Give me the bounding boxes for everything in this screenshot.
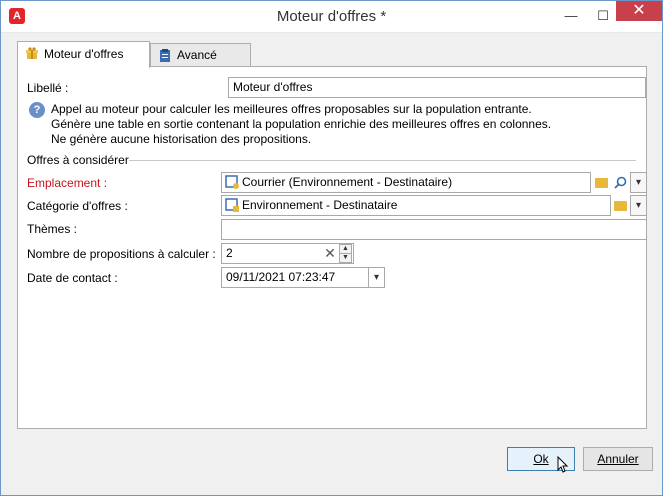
maximize-button[interactable]: ☐: [588, 1, 618, 31]
tab-label: Avancé: [177, 48, 217, 62]
close-button[interactable]: ✕: [616, 1, 662, 21]
themes-input[interactable]: [221, 219, 647, 240]
tab-avance[interactable]: Avancé: [150, 43, 251, 67]
folder-icon[interactable]: [611, 195, 629, 216]
cancel-label: Annuler: [597, 452, 639, 466]
emplacement-label: Emplacement :: [27, 176, 108, 190]
categorie-dropdown-button[interactable]: ▾: [630, 195, 647, 216]
folder-icon[interactable]: [592, 172, 610, 193]
tab-label: Moteur d'offres: [44, 47, 124, 61]
emplacement-field[interactable]: Courrier (Environnement - Destinataire): [221, 172, 591, 193]
category-icon: [225, 198, 239, 212]
date-dropdown-button[interactable]: ▾: [368, 267, 385, 288]
ok-label: Ok: [533, 452, 549, 466]
minimize-button[interactable]: —: [556, 1, 586, 31]
emplacement-value: Courrier (Environnement - Destinataire): [242, 175, 453, 189]
section-divider: [129, 160, 636, 161]
description-line: Génère une table en sortie contenant la …: [51, 117, 552, 131]
emplacement-dropdown-button[interactable]: ▾: [630, 172, 647, 193]
date-contact-label: Date de contact :: [27, 271, 118, 285]
description-text: Appel au moteur pour calculer les meille…: [51, 102, 551, 147]
dialog-window: A Moteur d'offres * — ☐ ✕ Moteur d'offre…: [0, 0, 663, 496]
offer-engine-icon: [26, 47, 38, 59]
categorie-label: Catégorie d'offres :: [27, 199, 128, 213]
location-icon: [225, 175, 239, 189]
clipboard-icon: [160, 49, 170, 62]
date-contact-input[interactable]: 09/11/2021 07:23:47: [221, 267, 369, 288]
libelle-input[interactable]: Moteur d'offres: [228, 77, 646, 98]
search-icon[interactable]: [611, 172, 629, 193]
categorie-field[interactable]: Environnement - Destinataire: [221, 195, 611, 216]
help-icon: ?: [29, 102, 45, 118]
categorie-value: Environnement - Destinataire: [242, 198, 398, 212]
themes-label: Thèmes :: [27, 222, 78, 236]
title-bar[interactable]: A Moteur d'offres * — ☐ ✕: [1, 1, 662, 33]
mouse-cursor-icon: [557, 456, 569, 473]
spin-down-button[interactable]: ▼: [339, 253, 352, 263]
clear-icon[interactable]: ✕: [321, 243, 339, 264]
tab-panel: Libellé : Moteur d'offres ? Appel au mot…: [17, 66, 647, 429]
tab-moteur-offres[interactable]: Moteur d'offres: [17, 41, 150, 68]
description-line: Appel au moteur pour calculer les meille…: [51, 102, 532, 116]
cancel-button[interactable]: Annuler: [583, 447, 653, 471]
nb-propositions-label: Nombre de propositions à calculer :: [27, 247, 216, 261]
description-line: Ne génère aucune historisation des propo…: [51, 132, 312, 146]
section-title: Offres à considérer: [27, 153, 129, 167]
libelle-label: Libellé :: [27, 81, 69, 95]
